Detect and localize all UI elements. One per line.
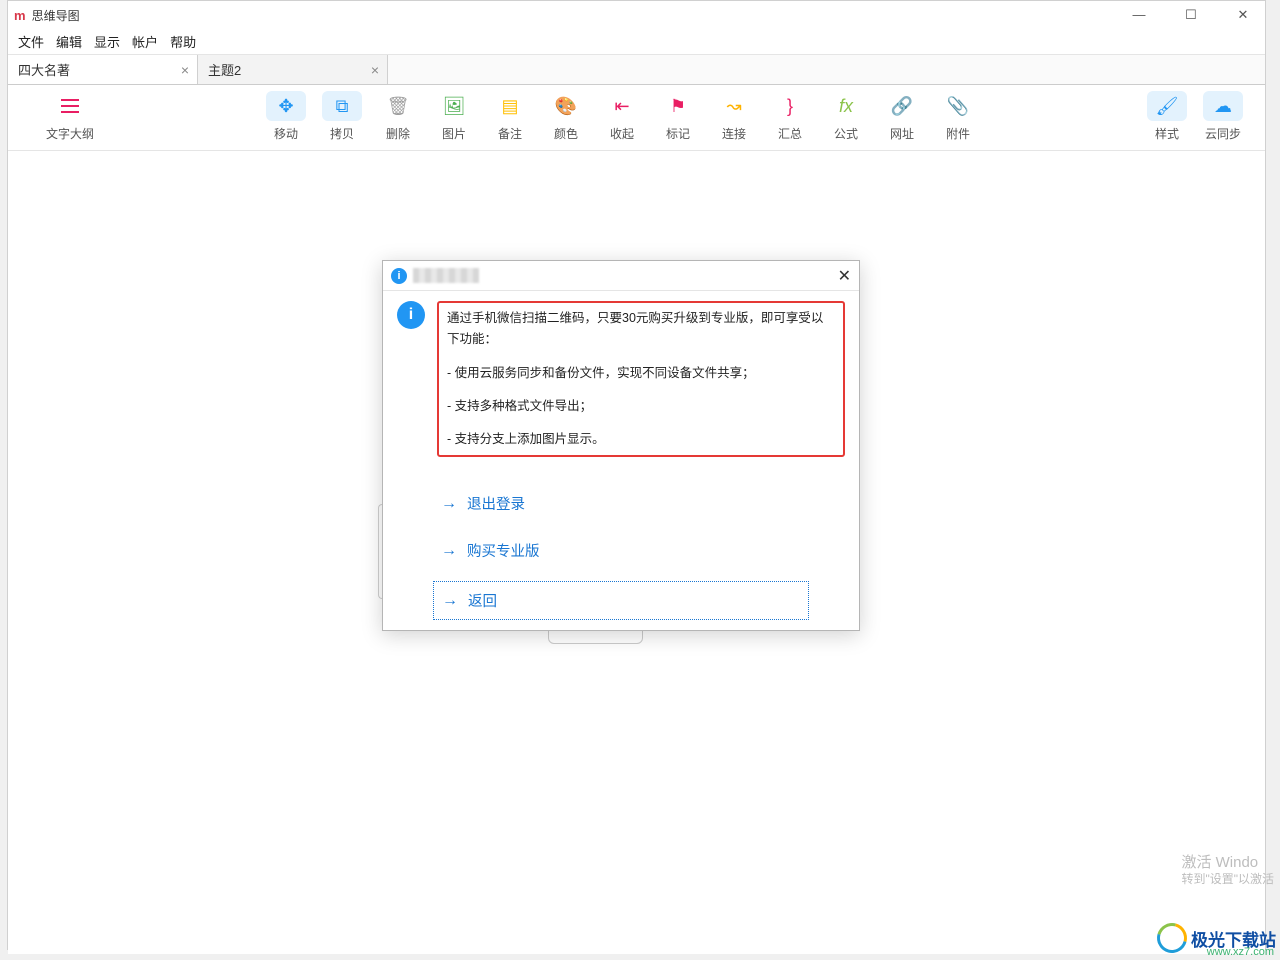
link-arrow-icon: ↝ [714, 91, 754, 121]
tab-close-icon[interactable]: × [371, 62, 379, 78]
tool-mark[interactable]: ⚑ 标记 [650, 91, 706, 142]
arrow-right-icon: → [442, 592, 458, 610]
maximize-button[interactable]: ☐ [1175, 7, 1207, 23]
brand-logo-icon [1152, 918, 1193, 959]
list-icon [50, 91, 90, 121]
tab-close-icon[interactable]: × [181, 62, 189, 78]
tool-label: 备注 [498, 125, 522, 142]
action-label: 返回 [468, 590, 497, 611]
back-button[interactable]: → 返回 [433, 581, 809, 620]
highlighted-info-box: 通过手机微信扫描二维码，只要30元购买升级到专业版，即可享受以下功能： - 使用… [437, 301, 845, 457]
tool-text-outline[interactable]: 文字大纲 [22, 91, 118, 142]
tool-note[interactable]: ▤ 备注 [482, 91, 538, 142]
tool-url[interactable]: 🔗 网址 [874, 91, 930, 142]
tool-label: 样式 [1155, 125, 1179, 142]
image-icon: 🖼 [434, 91, 474, 121]
note-icon: ▤ [490, 91, 530, 121]
tool-move[interactable]: ✥ 移动 [258, 91, 314, 142]
brand-url: www.xz7.com [1207, 946, 1274, 958]
flag-icon: ⚑ [658, 91, 698, 121]
dialog-text-line: - 使用云服务同步和备份文件，实现不同设备文件共享； [447, 363, 835, 384]
tab-label: 主题2 [208, 60, 241, 79]
tool-style[interactable]: 🖌 样式 [1139, 91, 1195, 142]
titlebar: m 思维导图 — ☐ ✕ [8, 1, 1265, 29]
palette-icon: 🎨 [546, 91, 586, 121]
trash-icon: 🗑 [378, 91, 418, 121]
brush-icon: 🖌 [1147, 91, 1187, 121]
tab-active[interactable]: 四大名著 × [8, 55, 198, 84]
tool-label: 图片 [442, 125, 466, 142]
tool-label: 拷贝 [330, 125, 354, 142]
tool-label: 连接 [722, 125, 746, 142]
menu-account[interactable]: 帐户 [132, 32, 158, 51]
tool-label: 标记 [666, 125, 690, 142]
summary-icon: } [770, 91, 810, 121]
app-title: 思维导图 [32, 7, 1123, 24]
collapse-icon: ⇤ [602, 91, 642, 121]
menubar: 文件 编辑 显示 帐户 帮助 [8, 29, 1265, 55]
menu-help[interactable]: 帮助 [170, 32, 196, 51]
cloud-icon: ☁ [1203, 91, 1243, 121]
tool-image[interactable]: 🖼 图片 [426, 91, 482, 142]
dialog-title-blurred [413, 268, 479, 283]
menu-edit[interactable]: 编辑 [56, 32, 82, 51]
arrow-right-icon: → [441, 542, 457, 560]
tool-label: 移动 [274, 125, 298, 142]
windows-activation-watermark: 激活 Windo 转到"设置"以激活 [1181, 853, 1274, 888]
copy-icon: ⧉ [322, 91, 362, 121]
info-icon: i [397, 301, 425, 329]
tool-attachment[interactable]: 📎 附件 [930, 91, 986, 142]
dialog-text-line: - 支持分支上添加图片显示。 [447, 429, 835, 450]
move-icon: ✥ [266, 91, 306, 121]
tool-label: 附件 [946, 125, 970, 142]
tab-label: 四大名著 [18, 60, 70, 79]
tool-color[interactable]: 🎨 颜色 [538, 91, 594, 142]
dialog-close-button[interactable]: ✕ [838, 266, 851, 286]
tool-copy[interactable]: ⧉ 拷贝 [314, 91, 370, 142]
tool-label: 收起 [610, 125, 634, 142]
tool-label: 公式 [834, 125, 858, 142]
dialog-text-line: 通过手机微信扫描二维码，只要30元购买升级到专业版，即可享受以下功能： [447, 308, 835, 351]
purchase-button[interactable]: → 购买专业版 [433, 534, 809, 567]
logout-button[interactable]: → 退出登录 [433, 487, 809, 520]
tool-summary[interactable]: } 汇总 [762, 91, 818, 142]
tool-cloud-sync[interactable]: ☁ 云同步 [1195, 91, 1251, 142]
url-icon: 🔗 [882, 91, 922, 121]
tool-delete[interactable]: 🗑 删除 [370, 91, 426, 142]
close-button[interactable]: ✕ [1227, 7, 1259, 23]
formula-icon: fx [826, 91, 866, 121]
tool-label: 删除 [386, 125, 410, 142]
tool-label: 网址 [890, 125, 914, 142]
action-label: 退出登录 [467, 493, 525, 514]
info-icon: i [391, 268, 407, 284]
app-logo-icon: m [14, 8, 26, 23]
tool-label: 文字大纲 [46, 125, 94, 142]
dialog-text-line: - 支持多种格式文件导出； [447, 396, 835, 417]
tool-collapse[interactable]: ⇤ 收起 [594, 91, 650, 142]
arrow-right-icon: → [441, 495, 457, 513]
tool-label: 汇总 [778, 125, 802, 142]
tool-link[interactable]: ↝ 连接 [706, 91, 762, 142]
tool-label: 云同步 [1205, 125, 1241, 142]
watermark-line: 转到"设置"以激活 [1181, 872, 1274, 888]
toolbar: 文字大纲 ✥ 移动 ⧉ 拷贝 🗑 删除 🖼 图片 ▤ 备注 🎨 颜色 ⇤ 收 [8, 85, 1265, 151]
tab-inactive[interactable]: 主题2 × [198, 55, 388, 84]
paperclip-icon: 📎 [938, 91, 978, 121]
watermark-line: 激活 Windo [1181, 853, 1274, 873]
minimize-button[interactable]: — [1123, 7, 1155, 23]
tool-label: 颜色 [554, 125, 578, 142]
dialog-actions: → 退出登录 → 购买专业版 → 返回 [383, 467, 859, 630]
action-label: 购买专业版 [467, 540, 540, 561]
dialog-titlebar: i ✕ [383, 261, 859, 291]
upgrade-dialog: i ✕ i 通过手机微信扫描二维码，只要30元购买升级到专业版，即可享受以下功能… [382, 260, 860, 631]
tabbar: 四大名著 × 主题2 × [8, 55, 1265, 85]
source-watermark: 极光下载站 www.xz7.com [1090, 916, 1280, 960]
menu-view[interactable]: 显示 [94, 32, 120, 51]
tool-formula[interactable]: fx 公式 [818, 91, 874, 142]
menu-file[interactable]: 文件 [18, 32, 44, 51]
